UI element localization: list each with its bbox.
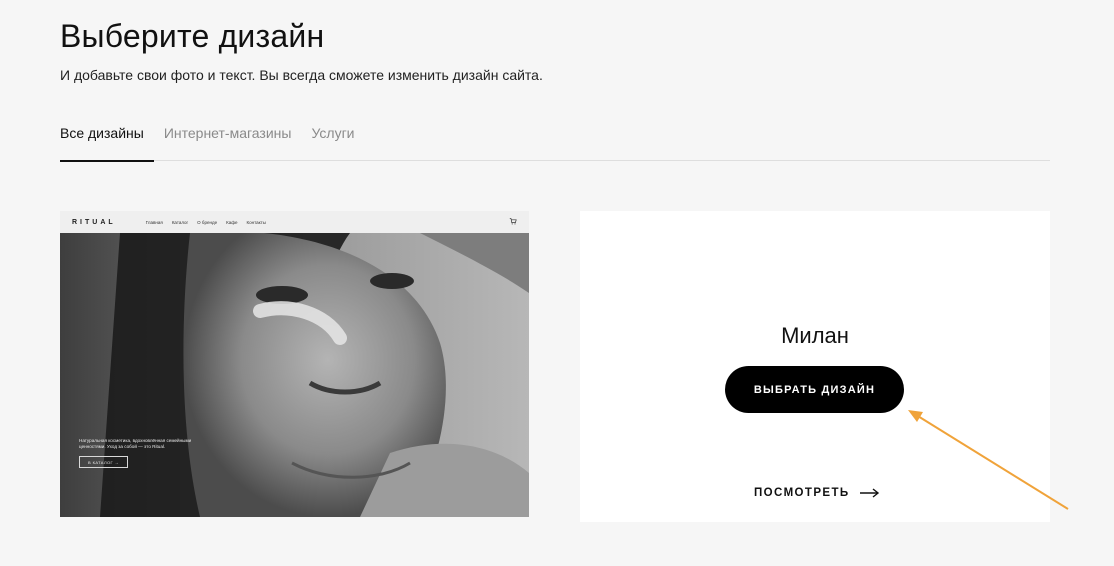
view-design-label: ПОСМОТРЕТЬ [754, 487, 850, 499]
design-name: Милан [781, 323, 849, 348]
preview-caption: Натуральная косметика, вдохновлённая сем… [79, 438, 192, 449]
cart-icon [509, 218, 517, 225]
preview-nav-item: Контакты [246, 219, 266, 225]
preview-nav-item: Каталог [171, 219, 189, 225]
tab-online-stores[interactable]: Интернет-магазины [164, 118, 292, 161]
view-design-link[interactable]: ПОСМОТРЕТЬ [754, 487, 880, 499]
preview-nav-item: О бренде [197, 219, 218, 225]
preview-nav-item: Кафе [226, 219, 238, 225]
select-design-button[interactable]: ВЫБРАТЬ ДИЗАЙН [725, 366, 904, 413]
design-category-tabs: Все дизайны Интернет-магазины Услуги [60, 118, 1050, 162]
preview-photo [60, 231, 529, 517]
tab-services[interactable]: Услуги [311, 118, 354, 161]
preview-logo: RITUAL [72, 218, 116, 226]
arrow-right-icon [859, 488, 879, 498]
tab-all-designs[interactable]: Все дизайны [60, 118, 154, 162]
design-info-card: Милан ВЫБРАТЬ ДИЗАЙН ПОСМОТРЕТЬ [580, 211, 1050, 522]
page-title: Выберите дизайн [60, 18, 325, 54]
preview-nav-item: Главная [145, 219, 163, 225]
preview-navbar: RITUAL Главная Каталог О бренде Кафе Кон… [60, 211, 529, 233]
page-subtitle: И добавьте свои фото и текст. Вы всегда … [60, 67, 543, 83]
design-preview[interactable]: RITUAL Главная Каталог О бренде Кафе Кон… [60, 211, 529, 517]
preview-cta-button: В КАТАЛОГ → [79, 456, 128, 468]
